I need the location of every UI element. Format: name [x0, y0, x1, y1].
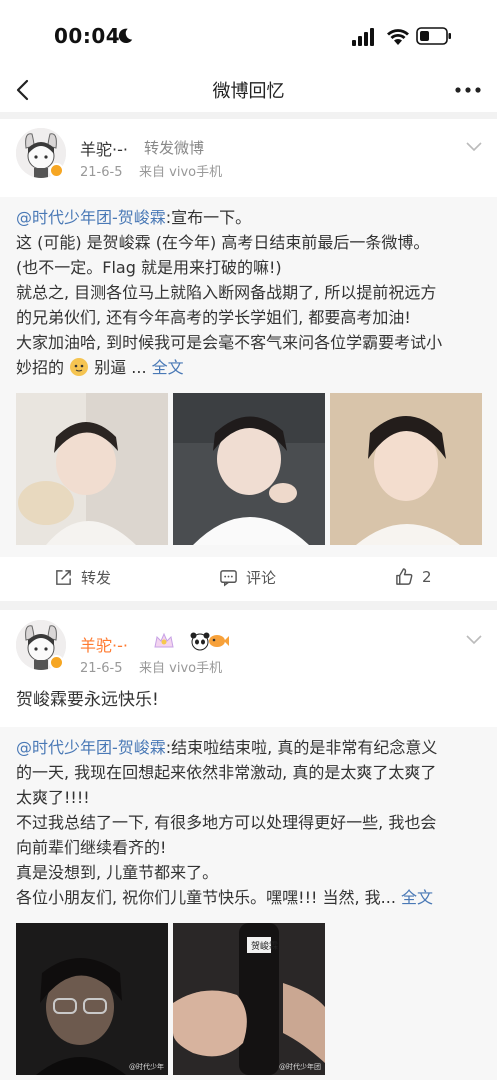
post-photo-2[interactable] — [173, 393, 325, 545]
repost-label: 转发微博 — [144, 139, 205, 157]
repost-button[interactable]: 转发 — [54, 567, 111, 588]
post-photo-2[interactable]: 贺峻霖 @时代少年团 — [173, 923, 325, 1075]
original-text: @时代少年团-贺峻霖:宣布一下。 这 (可能) 是贺峻霖 (在今年) 高考日结束… — [16, 208, 443, 377]
action-bar: 转发 评论 2 — [0, 557, 497, 601]
username[interactable]: 羊驼·-· — [80, 632, 128, 656]
post-date: 21-6-5 — [80, 165, 123, 180]
post-photo-1[interactable] — [16, 393, 168, 545]
page-title: 微博回忆 — [212, 81, 285, 102]
photo-label: 贺峻霖 — [251, 942, 279, 952]
photo-watermark: @时代少年 — [129, 1063, 164, 1071]
verified-badge — [49, 655, 64, 670]
post-meta: 21-6-5 来自 vivo手机 — [80, 161, 222, 180]
post-photo-1[interactable]: @时代少年 — [16, 923, 168, 1075]
post-date: 21-6-5 — [80, 661, 123, 676]
post-source: 来自 vivo手机 — [139, 661, 223, 676]
post-photo-3[interactable] — [330, 393, 482, 545]
navigation-bar: 微博回忆 — [0, 68, 497, 112]
photo-watermark: @时代少年团 — [279, 1063, 321, 1071]
post-source: 来自 vivo手机 — [139, 165, 223, 180]
thumbs-up-icon — [396, 568, 413, 585]
verified-badge — [49, 163, 64, 178]
fish-badge-icon — [209, 635, 229, 647]
post-text: 贺峻霖要永远快乐! — [16, 690, 159, 710]
weibo-card-1[interactable]: 羊驼·-· 转发微博 21-6-5 来自 vivo手机 @时代少年团-贺峻霖:宣… — [0, 119, 497, 601]
chevron-down-icon[interactable] — [465, 634, 483, 646]
like-count: 2 — [422, 567, 432, 586]
mention-link[interactable]: @时代少年团-贺峻霖 — [16, 738, 166, 757]
post-meta: 21-6-5 来自 vivo手机 — [80, 657, 222, 676]
full-text-link[interactable]: 全文 — [401, 888, 433, 907]
reposted-original[interactable]: @时代少年团-贺峻霖:宣布一下。 这 (可能) 是贺峻霖 (在今年) 高考日结束… — [0, 197, 497, 557]
chevron-down-icon[interactable] — [465, 141, 483, 153]
wifi-icon — [387, 29, 409, 45]
moon-icon — [118, 28, 133, 44]
battery-icon — [416, 27, 451, 45]
reposted-original[interactable]: @时代少年团-贺峻霖:结束啦结束啦, 真的是非常有纪念意义 的一天, 我现在回想… — [0, 727, 497, 1080]
doge-emoji-icon — [70, 358, 89, 376]
like-button[interactable]: 2 — [395, 567, 432, 586]
cellular-signal-icon — [352, 28, 374, 46]
weibo-card-2[interactable]: 羊驼·-· 21-6-5 来自 vivo手机 贺峻霖要永远快乐! @时代少年团-… — [0, 610, 497, 1080]
username[interactable]: 羊驼·-· — [80, 136, 128, 160]
full-text-link[interactable]: 全文 — [152, 358, 184, 377]
comment-button[interactable]: 评论 — [219, 567, 276, 588]
repost-icon — [56, 570, 71, 585]
original-text: @时代少年团-贺峻霖:结束啦结束啦, 真的是非常有纪念意义 的一天, 我现在回想… — [16, 738, 438, 907]
more-options-icon[interactable] — [453, 78, 483, 102]
status-time: 00:04 — [54, 24, 121, 48]
comment-icon — [220, 570, 237, 587]
crown-badge-icon — [154, 632, 174, 648]
status-bar: 00:04 — [0, 0, 497, 68]
mention-link[interactable]: @时代少年团-贺峻霖 — [16, 208, 166, 227]
